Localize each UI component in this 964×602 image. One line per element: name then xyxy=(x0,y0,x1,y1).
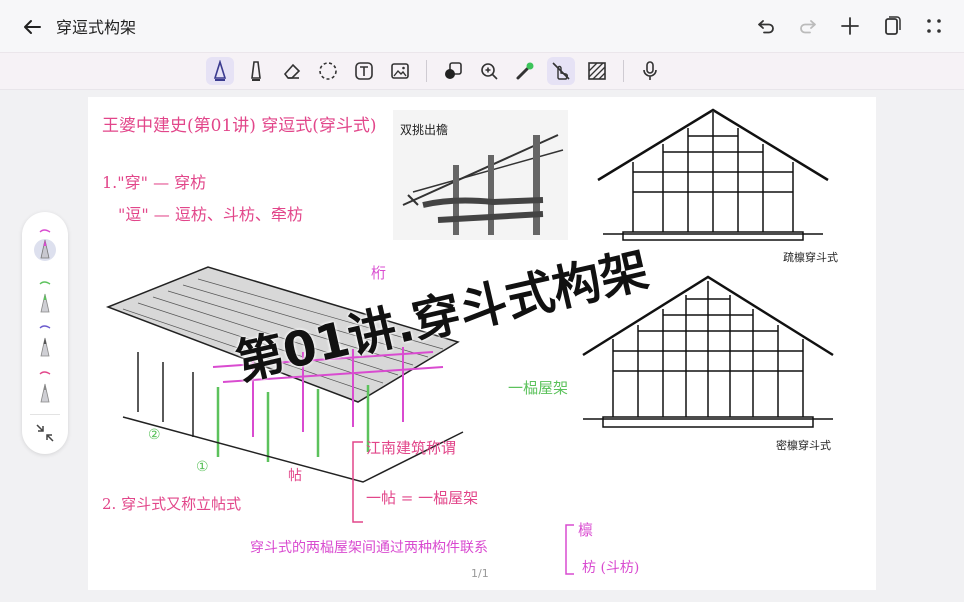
laser-pointer-icon[interactable] xyxy=(511,57,539,85)
pen-preset-2[interactable] xyxy=(32,280,58,314)
pen-preset-1[interactable] xyxy=(32,228,58,262)
pen-preset-3[interactable] xyxy=(32,324,58,358)
drawing-toolbar xyxy=(0,52,964,90)
text-icon[interactable] xyxy=(350,57,378,85)
lasso-icon[interactable] xyxy=(314,57,342,85)
note-bottom-a: 檩 xyxy=(578,521,594,539)
sparse-purlin-section xyxy=(597,108,829,241)
pen-preset-4[interactable] xyxy=(32,370,58,404)
note-item1-a: 1."穿" — 穿枋 xyxy=(102,173,207,192)
caption-sparse: 疏檩穿斗式 xyxy=(783,251,838,264)
note-heading: 王婆中建史(第01讲) 穿逗式(穿斗式) xyxy=(102,116,377,136)
document-title: 穿逗式构架 xyxy=(56,18,137,37)
note-pin-label: 一榀屋架 xyxy=(508,379,569,397)
palette-divider xyxy=(30,414,60,415)
microphone-icon[interactable] xyxy=(636,57,664,85)
add-icon[interactable] xyxy=(836,12,864,40)
undo-icon[interactable] xyxy=(752,12,780,40)
note-bottom: 穿斗式的两榀屋架间通过两种构件联系 xyxy=(250,540,488,556)
eraser-icon[interactable] xyxy=(278,57,306,85)
page-number: 1/1 xyxy=(471,567,489,580)
shape-icon[interactable] xyxy=(439,57,467,85)
collapse-icon[interactable] xyxy=(32,420,58,446)
note-circle-2: ② xyxy=(148,427,161,443)
pages-icon[interactable] xyxy=(878,12,906,40)
pen-icon[interactable] xyxy=(206,57,234,85)
back-arrow-icon[interactable] xyxy=(18,13,46,41)
note-branch-b: 一帖 = 一榀屋架 xyxy=(366,489,479,507)
grid-icon[interactable] xyxy=(920,12,948,40)
note-bottom-b: 枋 (斗枋) xyxy=(582,560,640,576)
note-tie-label: 帖 xyxy=(288,468,302,484)
note-branch-a: 江南建筑称谓 xyxy=(366,439,457,457)
toolbar-separator xyxy=(426,60,427,82)
top-bar: 穿逗式构架 xyxy=(0,0,964,52)
image-icon[interactable] xyxy=(386,57,414,85)
note-upper-label: 桁 xyxy=(371,264,387,282)
pen-palette xyxy=(22,212,68,454)
zoom-icon[interactable] xyxy=(475,57,503,85)
touch-draw-icon[interactable] xyxy=(547,57,575,85)
note-circle-1: ① xyxy=(196,459,209,475)
highlighter-icon[interactable] xyxy=(242,57,270,85)
note-page[interactable]: 双挑出檐 疏檩穿斗式 密檩穿斗式 王婆中建史(第01讲) 穿逗式(穿斗式) 1.… xyxy=(88,97,876,590)
caption-double-eave: 双挑出檐 xyxy=(400,123,449,137)
pattern-icon[interactable] xyxy=(583,57,611,85)
note-item1-b: "逗" — 逗枋、斗枋、牵枋 xyxy=(118,205,303,224)
redo-icon[interactable] xyxy=(794,12,822,40)
caption-dense: 密檩穿斗式 xyxy=(776,439,831,452)
note-item2: 2. 穿斗式又称立帖式 xyxy=(102,495,242,513)
toolbar-separator xyxy=(623,60,624,82)
note-bottom-brace xyxy=(565,524,574,575)
